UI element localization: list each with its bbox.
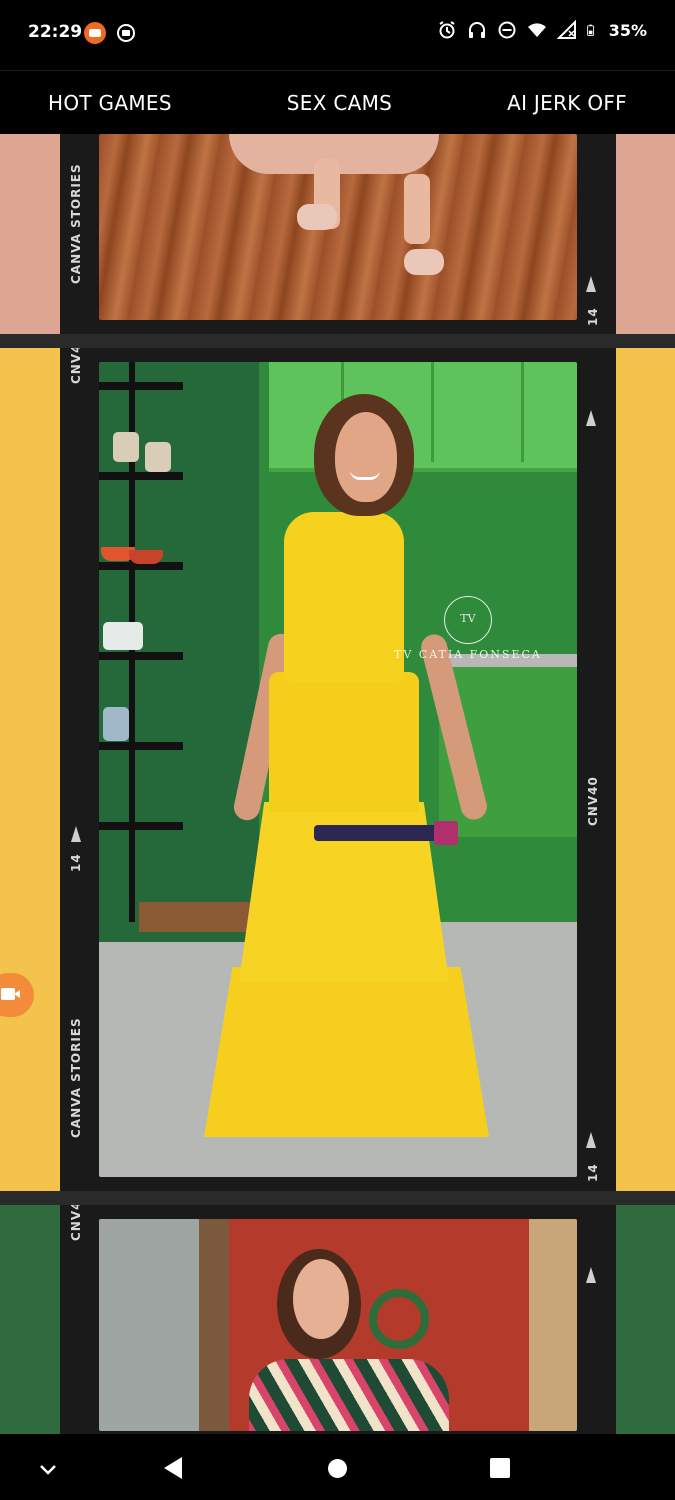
story-photo: TV TV CATIA FONSECA (99, 362, 577, 1177)
status-time: 22:29 (28, 22, 83, 42)
recents-button[interactable] (490, 1458, 510, 1478)
headphones-icon (468, 22, 485, 38)
wifi-icon (527, 23, 546, 37)
film-arrow-icon (71, 826, 81, 842)
do-not-disturb-icon (498, 21, 516, 39)
story-panel[interactable]: TV TV CATIA FONSECA CNV4 14 CANVA STORIE… (0, 348, 675, 1191)
chevron-down-icon[interactable] (39, 1460, 57, 1478)
panel-background (615, 134, 675, 334)
story-photo (99, 1219, 577, 1431)
film-code: CNV4 (69, 348, 83, 384)
story-photo (99, 134, 577, 320)
nav-hot-games[interactable]: HOT GAMES (48, 91, 172, 115)
watermark-text: TV CATIA FONSECA (394, 648, 542, 661)
nav-sex-cams[interactable]: SEX CAMS (287, 91, 392, 115)
film-arrow-icon (586, 1267, 596, 1283)
film-code: CNV4 (69, 1205, 83, 1241)
story-panel[interactable]: CNV4 (0, 1205, 675, 1434)
top-nav: HOT GAMES SEX CAMS AI JERK OFF (0, 70, 675, 134)
cast-icon (117, 24, 135, 42)
panel-background (0, 348, 60, 1191)
film-arrow-icon (586, 1132, 596, 1148)
film-label: CANVA STORIES (69, 1017, 83, 1138)
watermark-monogram: TV (443, 596, 492, 644)
film-frame: CANVA STORIES 14 (60, 134, 616, 334)
alarm-icon (439, 21, 455, 39)
back-button[interactable] (164, 1457, 182, 1479)
film-frame-number: 14 (69, 853, 83, 872)
battery-percent: 35% (608, 20, 647, 40)
film-arrow-icon (586, 276, 596, 292)
film-label: CANVA STORIES (69, 163, 83, 284)
film-frame: TV TV CATIA FONSECA CNV4 14 CANVA STORIE… (60, 348, 616, 1191)
battery-icon (586, 24, 594, 36)
video-camera-icon (1, 988, 15, 1000)
panel-background (615, 348, 675, 1191)
panel-background (0, 1205, 60, 1434)
panel-background (615, 1205, 675, 1434)
film-frame-number: 14 (586, 307, 600, 326)
status-bar: 22:29 35% (0, 0, 675, 70)
status-icons: 35% (437, 20, 647, 40)
nav-ai-jerk-off[interactable]: AI JERK OFF (507, 91, 627, 115)
system-nav-bar (0, 1434, 675, 1500)
story-panel[interactable]: CANVA STORIES 14 (0, 134, 675, 334)
photo-watermark: TV TV CATIA FONSECA (394, 596, 542, 661)
film-code: CNV40 (586, 776, 600, 826)
screen-recorder-icon (84, 22, 106, 44)
home-button[interactable] (328, 1459, 347, 1478)
signal-icon (556, 20, 576, 39)
panel-background (0, 134, 60, 334)
film-frame: CNV4 (60, 1205, 616, 1434)
film-arrow-icon (586, 410, 596, 426)
story-feed[interactable]: CANVA STORIES 14 TV TV CATIA FONSECA CNV… (0, 134, 675, 1434)
film-frame-number: 14 (586, 1163, 600, 1182)
